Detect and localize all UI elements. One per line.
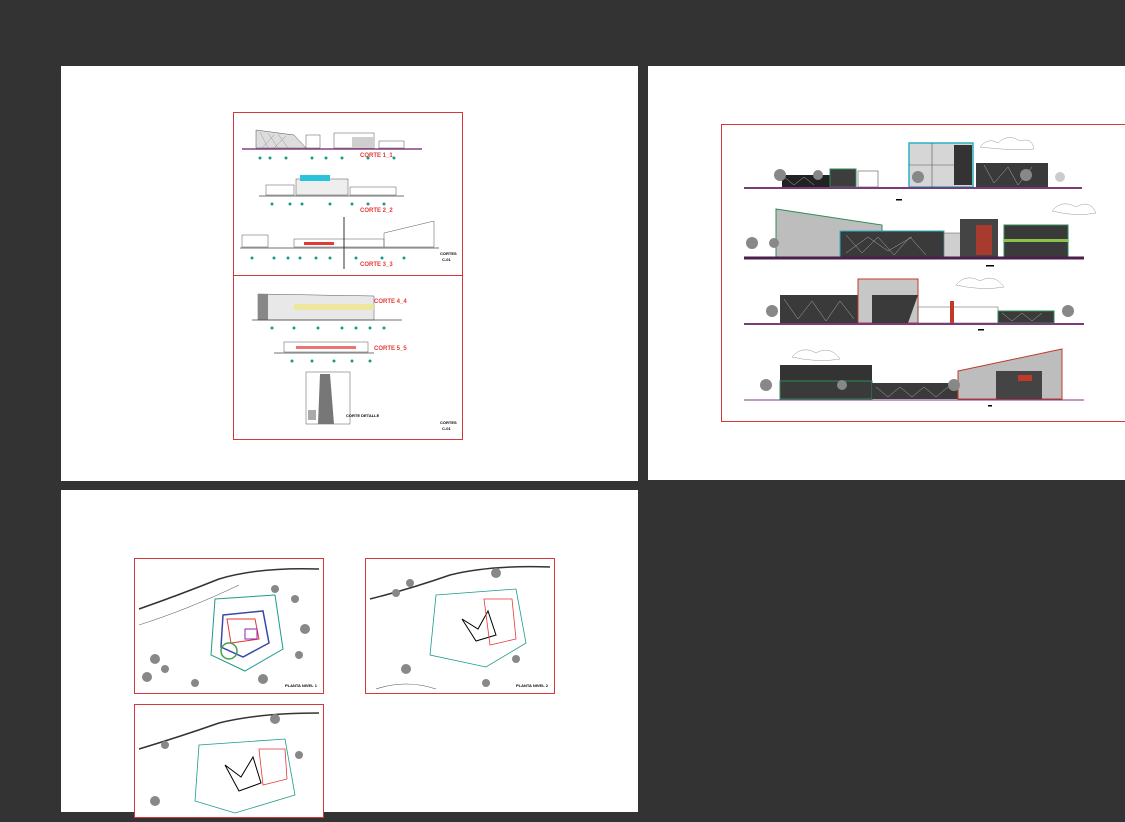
- sheet-stamp-title: CORTES: [440, 251, 457, 256]
- detail-label: CORTE DETALLE: [346, 413, 380, 418]
- sections-drawing-top: CORTE 1_1 CORTE 2_2 CORTE 3_3 CORTES C-0…: [240, 129, 457, 269]
- section-label-5: CORTE 5_5: [374, 346, 407, 352]
- section-label-3: CORTE 3_3: [360, 262, 393, 268]
- elevation-4: [744, 348, 1084, 407]
- plan-stamp-1: PLANTA NIVEL 1: [285, 683, 318, 688]
- section-label-4: CORTE 4_4: [374, 299, 407, 305]
- plan-drawing-3: [138, 712, 320, 814]
- elevations-frame: [721, 124, 1125, 422]
- plan-frame-1: PLANTA NIVEL 1: [134, 558, 324, 694]
- elevation-1: [744, 137, 1082, 201]
- sections-frame-bottom: CORTE 4_4 CORTE 5_5 CORTE DETALLE CORTES…: [233, 275, 463, 440]
- sheet-stamp-code-2: C-01: [442, 426, 451, 431]
- elevations-sheet[interactable]: [648, 66, 1125, 480]
- plan-frame-2: PLANTA NIVEL 2: [365, 558, 555, 694]
- section-label-1: CORTE 1_1: [360, 153, 393, 159]
- plans-sheet[interactable]: PLANTA NIVEL 1 PLANTA NIVEL 2: [61, 490, 638, 818]
- plan-frame-3: [134, 704, 324, 818]
- plan-drawing-2: PLANTA NIVEL 2: [369, 565, 551, 690]
- sections-sheet[interactable]: CORTE 1_1 CORTE 2_2 CORTE 3_3 CORTES C-0…: [61, 66, 638, 481]
- plan-stamp-2: PLANTA NIVEL 2: [516, 683, 549, 688]
- sections-frame-top: CORTE 1_1 CORTE 2_2 CORTE 3_3 CORTES C-0…: [233, 112, 463, 277]
- plan-drawing-1: PLANTA NIVEL 1: [138, 567, 320, 688]
- elevations-drawing: [744, 137, 1097, 407]
- elevation-3: [744, 277, 1084, 331]
- sheet-stamp-code: C-01: [442, 257, 451, 262]
- elevation-2: [744, 203, 1097, 267]
- section-label-2: CORTE 2_2: [360, 208, 393, 214]
- sheet-stamp-title-2: CORTES: [440, 420, 457, 425]
- sections-drawing-bottom: CORTE 4_4 CORTE 5_5 CORTE DETALLE CORTES…: [252, 293, 457, 431]
